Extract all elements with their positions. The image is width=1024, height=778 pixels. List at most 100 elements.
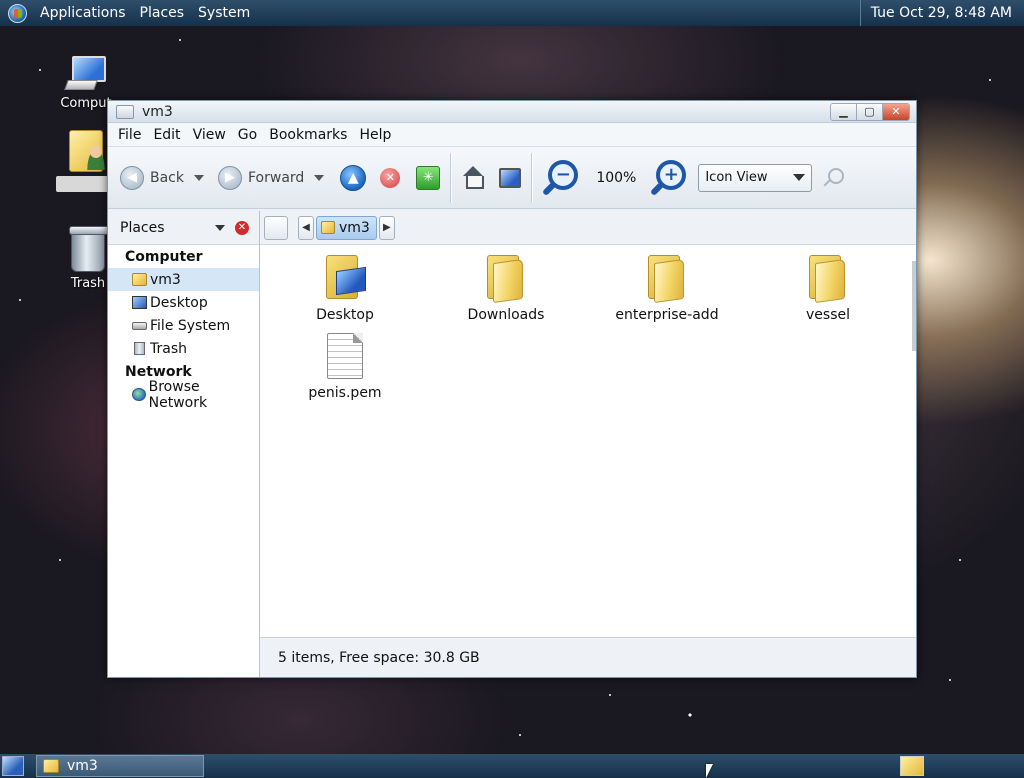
back-label: Back — [150, 169, 184, 186]
toolbar-separator — [531, 152, 533, 203]
folder-icon — [809, 255, 847, 304]
pathbar: ◀ vm3 ▶ — [260, 211, 916, 245]
notification-icon[interactable] — [900, 756, 924, 776]
up-button[interactable]: ▲ — [336, 158, 370, 198]
desktop-icon — [132, 296, 147, 309]
sidebar-close-icon[interactable]: ✕ — [235, 220, 249, 235]
titlebar[interactable]: vm3 ▁ ▢ ✕ — [108, 101, 916, 123]
window-body: Places ✕ Computer vm3 Desktop File Syste… — [108, 211, 916, 677]
file-label: Downloads — [467, 307, 545, 323]
back-history-dropdown[interactable] — [194, 174, 204, 181]
home-button[interactable] — [457, 158, 489, 198]
window-menu-icon[interactable] — [116, 104, 134, 119]
maximize-button[interactable]: ▢ — [857, 103, 883, 120]
window-controls: ▁ ▢ ✕ — [830, 102, 910, 121]
desktop-folder-icon — [326, 255, 366, 301]
zoom-out-button[interactable]: − — [538, 158, 586, 198]
show-desktop-button[interactable] — [2, 756, 24, 776]
scrollbar[interactable] — [912, 261, 916, 351]
file-view[interactable]: ◀ vm3 ▶ Desktop Downloads enterprise-add… — [260, 211, 916, 677]
computer-icon — [64, 56, 106, 92]
forward-label: Forward — [248, 169, 305, 186]
path-scroll-right[interactable]: ▶ — [378, 215, 395, 240]
breadcrumb-label: vm3 — [339, 219, 370, 236]
computer-icon — [499, 167, 522, 188]
folder-icon — [648, 255, 686, 304]
menu-file[interactable]: File — [112, 127, 147, 143]
minimize-button[interactable]: ▁ — [831, 103, 857, 120]
mouse-cursor-icon — [706, 764, 713, 778]
sidebar-item-file-system[interactable]: File System — [108, 314, 259, 337]
forward-button[interactable]: ▶ Forward — [214, 158, 328, 198]
sidebar-item-label: Trash — [150, 340, 187, 357]
zoom-out-icon: − — [542, 158, 582, 198]
menu-view[interactable]: View — [187, 127, 232, 143]
back-arrow-icon: ◀ — [120, 165, 144, 190]
statusbar: 5 items, Free space: 30.8 GB — [260, 637, 916, 677]
sidebar-item-label: Browse Network — [148, 378, 208, 411]
menu-go[interactable]: Go — [232, 127, 263, 143]
sidebar-item-label: Desktop — [150, 294, 208, 311]
reload-icon: ✳ — [416, 165, 441, 190]
file-label: enterprise-add — [615, 307, 719, 323]
file-item-pem[interactable]: penis.pem — [270, 329, 420, 401]
stop-button[interactable]: ✕ — [376, 158, 404, 198]
view-mode-value: Icon View — [705, 170, 768, 185]
file-label: penis.pem — [308, 385, 382, 401]
status-text: 5 items, Free space: 30.8 GB — [278, 649, 480, 666]
breadcrumb-vm3[interactable]: vm3 — [316, 215, 377, 240]
home-folder-icon — [69, 130, 107, 172]
sidebar-item-browse-network[interactable]: Browse Network — [108, 379, 259, 411]
close-button[interactable]: ✕ — [883, 103, 909, 120]
back-button[interactable]: ◀ Back — [116, 158, 208, 198]
forward-history-dropdown[interactable] — [314, 174, 325, 181]
menu-bookmarks[interactable]: Bookmarks — [263, 127, 353, 143]
zoom-level[interactable]: 100% — [586, 170, 646, 186]
places-menu[interactable]: Places — [133, 0, 192, 26]
system-menu[interactable]: System — [191, 0, 257, 26]
sidebar-item-vm3[interactable]: vm3 — [108, 268, 259, 291]
file-item-downloads[interactable]: Downloads — [431, 251, 581, 323]
file-item-desktop[interactable]: Desktop — [270, 251, 420, 323]
home-folder-icon — [321, 221, 335, 234]
file-item-enterprise-add[interactable]: enterprise-add — [592, 251, 742, 323]
drive-icon — [132, 321, 147, 330]
text-file-icon — [327, 333, 363, 379]
toggle-location-button[interactable] — [264, 215, 288, 240]
icon-grid: Desktop Downloads enterprise-add vessel … — [260, 245, 916, 637]
up-arrow-icon: ▲ — [340, 164, 367, 191]
forward-arrow-icon: ▶ — [218, 165, 242, 190]
sidebar-item-desktop[interactable]: Desktop — [108, 291, 259, 314]
distro-logo-icon[interactable] — [8, 3, 27, 23]
trash-icon — [69, 226, 109, 272]
sidebar-item-label: vm3 — [150, 271, 181, 288]
home-icon — [461, 165, 485, 190]
home-folder-icon — [43, 759, 59, 773]
toolbar-separator — [450, 152, 452, 203]
sidebar-type-dropdown-icon[interactable] — [215, 224, 225, 231]
reload-button[interactable]: ✳ — [412, 158, 444, 198]
trash-icon — [134, 342, 145, 355]
applications-menu[interactable]: Applications — [33, 0, 133, 26]
top-panel: Applications Places System Tue Oct 29, 8… — [0, 0, 1024, 26]
stop-icon: ✕ — [380, 167, 401, 188]
taskbar-window-vm3[interactable]: vm3 — [36, 755, 204, 777]
search-icon[interactable] — [822, 167, 845, 189]
folder-icon — [487, 255, 525, 304]
computer-button[interactable] — [495, 158, 525, 198]
file-item-vessel[interactable]: vessel — [753, 251, 903, 323]
sidebar-title[interactable]: Places — [120, 220, 165, 236]
sidebar-item-trash[interactable]: Trash — [108, 337, 259, 360]
zoom-in-button[interactable]: + — [646, 158, 694, 198]
bottom-panel: vm3 — [0, 754, 1024, 778]
sidebar-item-label: File System — [150, 317, 231, 334]
sidebar-group-computer: Computer — [125, 249, 203, 265]
path-scroll-left[interactable]: ◀ — [298, 215, 314, 240]
window-title: vm3 — [142, 103, 173, 120]
network-icon — [132, 388, 146, 401]
menu-help[interactable]: Help — [353, 127, 397, 143]
view-mode-select[interactable]: Icon View — [698, 163, 813, 192]
menu-edit[interactable]: Edit — [147, 127, 186, 143]
clock[interactable]: Tue Oct 29, 8:48 AM — [859, 0, 1024, 26]
taskbar-label: vm3 — [67, 758, 98, 774]
